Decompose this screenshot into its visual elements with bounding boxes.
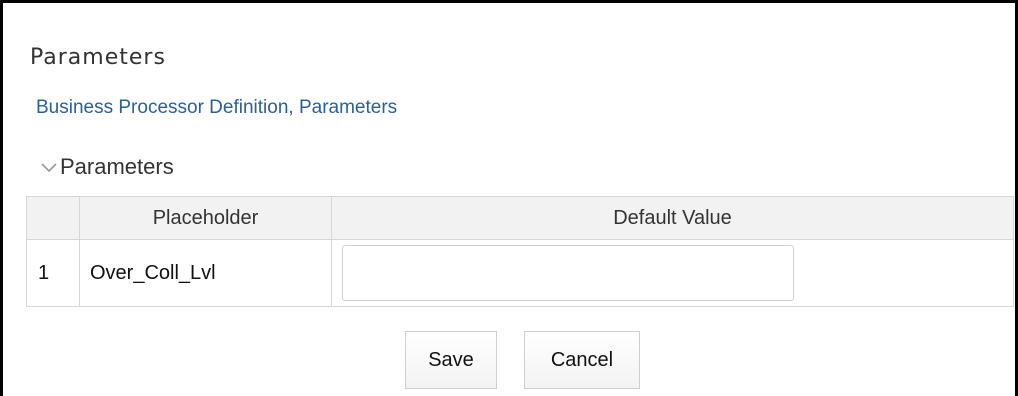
default-value-cell <box>331 239 1014 307</box>
placeholder-cell: Over_Coll_Lvl <box>79 239 332 307</box>
row-index: 1 <box>26 239 80 307</box>
table-row: 1 Over_Coll_Lvl <box>26 239 1014 307</box>
parameters-section-toggle[interactable]: Parameters <box>38 154 174 180</box>
parameters-window: Parameters Business Processor Definition… <box>0 0 1018 396</box>
default-value-input[interactable] <box>342 245 794 301</box>
save-button[interactable]: Save <box>405 331 497 389</box>
cancel-button[interactable]: Cancel <box>524 331 640 389</box>
chevron-down-icon <box>38 156 60 178</box>
section-label: Parameters <box>60 154 174 179</box>
page-title: Parameters <box>30 45 166 70</box>
column-header-placeholder: Placeholder <box>79 196 332 240</box>
table-header-row: Placeholder Default Value <box>26 196 1014 240</box>
column-header-index <box>26 196 80 240</box>
column-header-default-value: Default Value <box>331 196 1014 240</box>
breadcrumb-link[interactable]: Business Processor Definition, Parameter… <box>36 97 397 119</box>
parameters-table: Placeholder Default Value 1 Over_Coll_Lv… <box>26 196 1014 307</box>
